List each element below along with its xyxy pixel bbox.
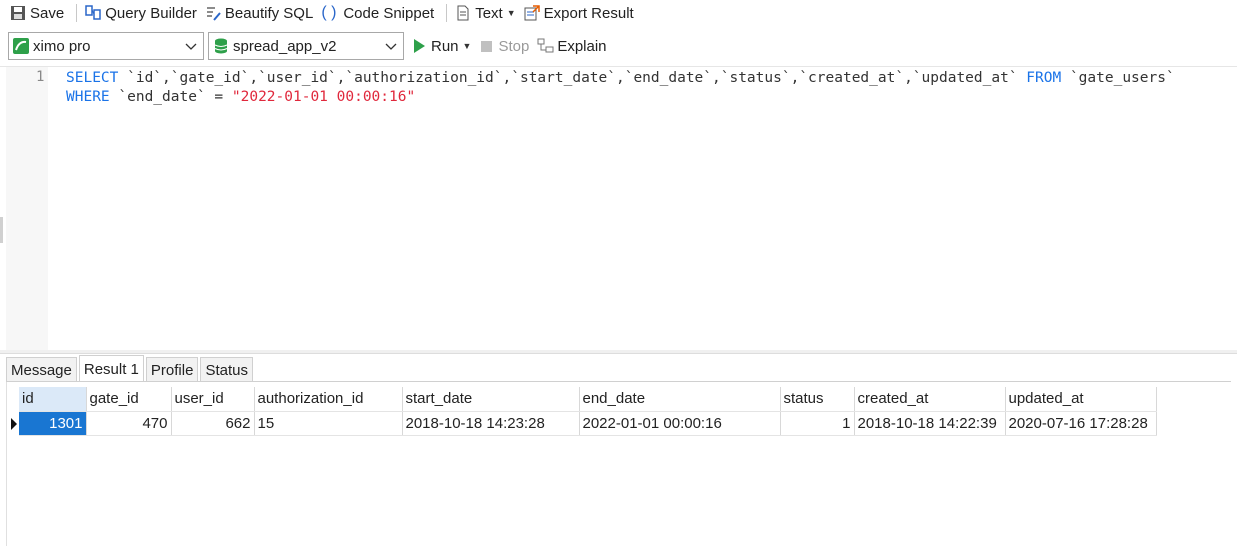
- table-row[interactable]: 1301 470 662 15 2018-10-18 14:23:28 2022…: [19, 411, 1157, 436]
- column-header-end-date[interactable]: end_date: [579, 387, 781, 412]
- result-table: id gate_id user_id authorization_id star…: [19, 387, 1157, 436]
- result-tabs: Message Result 1 Profile Status: [6, 355, 255, 382]
- pane-splitter[interactable]: [0, 350, 1237, 354]
- sql-keyword: SELECT: [66, 70, 119, 86]
- editor-side-marker: [0, 217, 3, 243]
- cell-created-at[interactable]: 2018-10-18 14:22:39: [854, 411, 1006, 436]
- cell-id[interactable]: 1301: [19, 411, 87, 436]
- document-icon: [455, 5, 471, 21]
- sql-condition: `end_date` =: [109, 89, 232, 105]
- beautify-icon: [205, 5, 221, 21]
- sql-table: `gate_users`: [1061, 70, 1175, 86]
- query-builder-button[interactable]: Query Builder: [83, 1, 203, 25]
- explain-label: Explain: [557, 37, 607, 55]
- text-mode-button[interactable]: Text ▼: [453, 1, 521, 25]
- database-name: spread_app_v2: [233, 37, 337, 55]
- cell-status[interactable]: 1: [780, 411, 855, 436]
- export-result-button[interactable]: Export Result: [522, 1, 640, 25]
- connection-select[interactable]: ximo pro: [8, 32, 204, 60]
- query-builder-icon: [85, 5, 101, 21]
- tab-profile[interactable]: Profile: [145, 357, 199, 382]
- current-row-arrow-icon: [11, 418, 17, 430]
- cell-end-date[interactable]: 2022-01-01 00:00:16: [579, 411, 781, 436]
- column-header-gate-id[interactable]: gate_id: [86, 387, 172, 412]
- sql-string-literal: "2022-01-01 00:00:16": [231, 89, 416, 105]
- save-icon: [10, 5, 26, 21]
- dropdown-caret-icon[interactable]: ▼: [463, 41, 472, 51]
- code-snippet-button[interactable]: ( ) Code Snippet: [319, 1, 440, 25]
- stop-icon: [481, 40, 493, 52]
- play-icon: [414, 39, 425, 53]
- run-button[interactable]: Run ▼: [414, 34, 471, 58]
- database-select[interactable]: spread_app_v2: [208, 32, 404, 60]
- cell-updated-at[interactable]: 2020-07-16 17:28:28: [1005, 411, 1157, 436]
- export-result-label: Export Result: [543, 4, 634, 22]
- result-grid[interactable]: id gate_id user_id authorization_id star…: [6, 382, 1231, 546]
- header-row: id gate_id user_id authorization_id star…: [19, 387, 1157, 412]
- sql-keyword: FROM: [1026, 70, 1062, 86]
- column-header-updated-at[interactable]: updated_at: [1005, 387, 1157, 412]
- tab-label: Result 1: [83, 360, 139, 378]
- database-icon: [213, 38, 229, 54]
- export-icon: [524, 5, 540, 21]
- query-builder-label: Query Builder: [105, 4, 197, 22]
- connection-name: ximo pro: [33, 37, 91, 55]
- text-mode-label: Text: [475, 4, 503, 22]
- line-gutter: 1: [6, 67, 48, 351]
- cell-user-id[interactable]: 662: [171, 411, 255, 436]
- column-header-authorization-id[interactable]: authorization_id: [254, 387, 403, 412]
- tab-label: Status: [205, 361, 248, 379]
- dropdown-caret-icon: ▼: [506, 8, 516, 18]
- column-header-id[interactable]: id: [19, 387, 87, 412]
- tab-result-1[interactable]: Result 1: [78, 355, 144, 382]
- save-label: Save: [30, 4, 65, 22]
- connection-toolbar: ximo pro spread_app_v2 Run ▼ Stop Explai…: [0, 30, 1237, 62]
- column-header-start-date[interactable]: start_date: [402, 387, 580, 412]
- column-header-created-at[interactable]: created_at: [854, 387, 1006, 412]
- beautify-label: Beautify SQL: [224, 4, 314, 22]
- chevron-down-icon: [185, 39, 197, 51]
- toolbar-divider: [446, 4, 448, 22]
- explain-icon: [537, 38, 555, 54]
- tab-label: Profile: [150, 361, 194, 379]
- cell-start-date[interactable]: 2018-10-18 14:23:28: [402, 411, 580, 436]
- code-snippet-icon: ( ): [321, 4, 337, 21]
- sql-columns: `id`,`gate_id`,`user_id`,`authorization_…: [118, 70, 1027, 86]
- sql-code[interactable]: SELECT `id`,`gate_id`,`user_id`,`authori…: [66, 69, 1175, 107]
- beautify-sql-button[interactable]: Beautify SQL: [203, 1, 319, 25]
- stop-label: Stop: [498, 37, 530, 55]
- run-label: Run: [431, 37, 459, 55]
- chevron-down-icon: [385, 39, 397, 51]
- save-button[interactable]: Save: [8, 1, 70, 25]
- stop-button[interactable]: Stop: [481, 34, 529, 58]
- sql-keyword: WHERE: [66, 89, 110, 105]
- column-header-user-id[interactable]: user_id: [171, 387, 255, 412]
- cell-gate-id[interactable]: 470: [86, 411, 172, 436]
- connection-icon: [13, 38, 29, 54]
- tab-status[interactable]: Status: [200, 357, 253, 382]
- line-number: 1: [36, 69, 45, 85]
- explain-button[interactable]: Explain: [537, 34, 607, 58]
- code-snippet-label: Code Snippet: [343, 4, 435, 22]
- toolbar-divider: [76, 4, 78, 22]
- column-header-status[interactable]: status: [780, 387, 855, 412]
- main-toolbar: Save Query Builder Beautify SQL ( ) Code…: [0, 0, 1237, 26]
- sql-editor[interactable]: 1 SELECT `id`,`gate_id`,`user_id`,`autho…: [0, 66, 1237, 351]
- cell-authorization-id[interactable]: 15: [254, 411, 403, 436]
- tab-message[interactable]: Message: [6, 357, 77, 382]
- tab-label: Message: [11, 361, 72, 379]
